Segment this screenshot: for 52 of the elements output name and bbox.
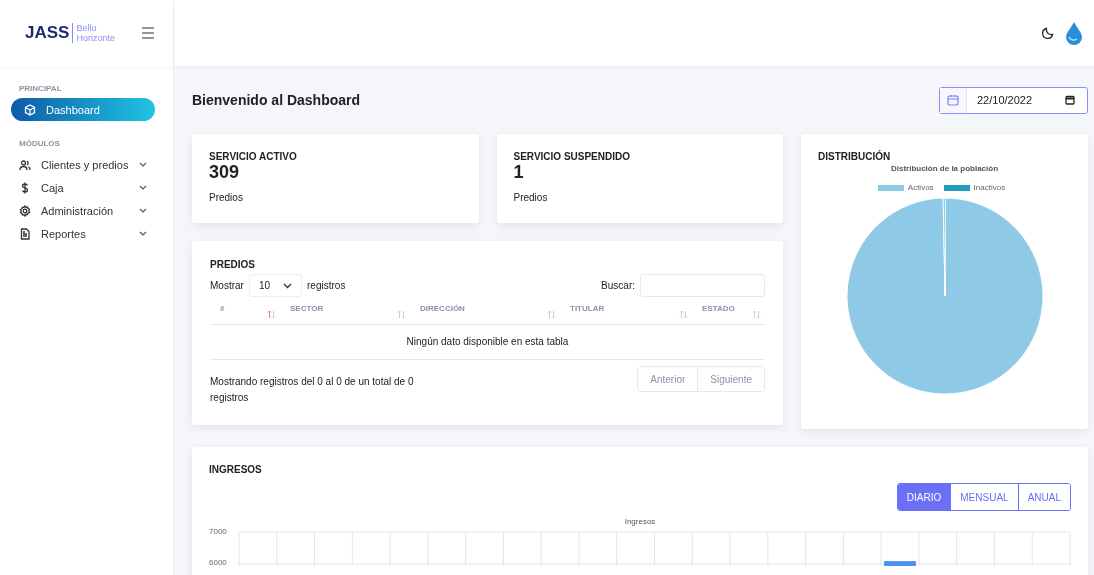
card-title: DISTRIBUCIÓN — [818, 151, 892, 162]
column-header[interactable]: SECTOR — [280, 300, 410, 324]
sidebar-item[interactable]: Dashboard — [11, 98, 155, 121]
stat-value: 309 — [209, 162, 240, 182]
axis-tick-label: 6000 — [209, 558, 228, 567]
sidebar-item[interactable]: Reportes — [11, 222, 155, 245]
column-header[interactable]: # — [210, 300, 280, 324]
chevron-down-icon — [283, 282, 293, 289]
legend-label: Inactivos — [973, 183, 1006, 192]
sidebar-item[interactable]: Clientes y predios — [11, 153, 155, 176]
page-size-select[interactable]: 10 — [248, 274, 303, 297]
chart-title: Distribución de la población — [890, 164, 999, 173]
show-label: Mostrar — [210, 280, 244, 291]
date-field[interactable]: 22/10/2022 — [939, 86, 1088, 114]
page-title: Bienvenido al Dashboard — [192, 92, 361, 108]
section-heading: MÓDULOS — [18, 139, 61, 148]
period-tab[interactable]: DIARIO — [897, 484, 951, 510]
logo-subtitle: Bello Horizonte — [72, 23, 115, 43]
card-title: INGRESOS — [209, 464, 263, 475]
legend-label: Activos — [907, 183, 934, 192]
table-info: Mostrando registros del 0 al 0 de un total de 0 registros — [210, 375, 415, 405]
dollar-icon — [19, 181, 31, 194]
chart-title: Ingresos — [624, 517, 656, 526]
column-header[interactable]: DIRECCIÓN — [410, 300, 560, 324]
stat-unit: Predios — [513, 192, 548, 203]
gear-icon — [19, 204, 31, 217]
card-title: PREDIOS — [210, 259, 256, 270]
moon-icon[interactable] — [1042, 27, 1054, 39]
users-icon — [19, 158, 31, 171]
empty-table-message: Ningún dato disponible en esta tabla — [210, 325, 765, 360]
calendar-icon[interactable] — [1065, 95, 1075, 105]
column-header[interactable]: TITULAR — [560, 300, 692, 324]
section-heading: PRINCIPAL — [18, 84, 63, 93]
document-icon — [19, 227, 31, 240]
records-label: registros — [307, 280, 346, 291]
cube-icon — [24, 103, 36, 116]
card-title: SERVICIO ACTIVO — [209, 151, 297, 162]
pagination-button[interactable]: Siguiente — [697, 367, 764, 391]
period-tab[interactable]: ANUAL — [1017, 484, 1070, 510]
menu-icon[interactable] — [141, 27, 155, 39]
card-title: SERVICIO SUSPENDIDO — [513, 151, 630, 162]
logo-text: JASS — [25, 23, 70, 43]
sidebar-item[interactable]: Administración — [11, 199, 155, 222]
stat-unit: Predios — [209, 192, 243, 203]
water-drop-icon[interactable] — [1065, 21, 1083, 45]
axis-tick-label: 7000 — [209, 527, 228, 536]
bar — [884, 561, 916, 566]
calendar-icon — [947, 94, 959, 106]
column-header[interactable]: ESTADO — [692, 300, 765, 324]
stat-value: 1 — [513, 162, 524, 182]
search-label: Buscar: — [601, 280, 635, 291]
sidebar-item[interactable]: Caja — [11, 176, 155, 199]
